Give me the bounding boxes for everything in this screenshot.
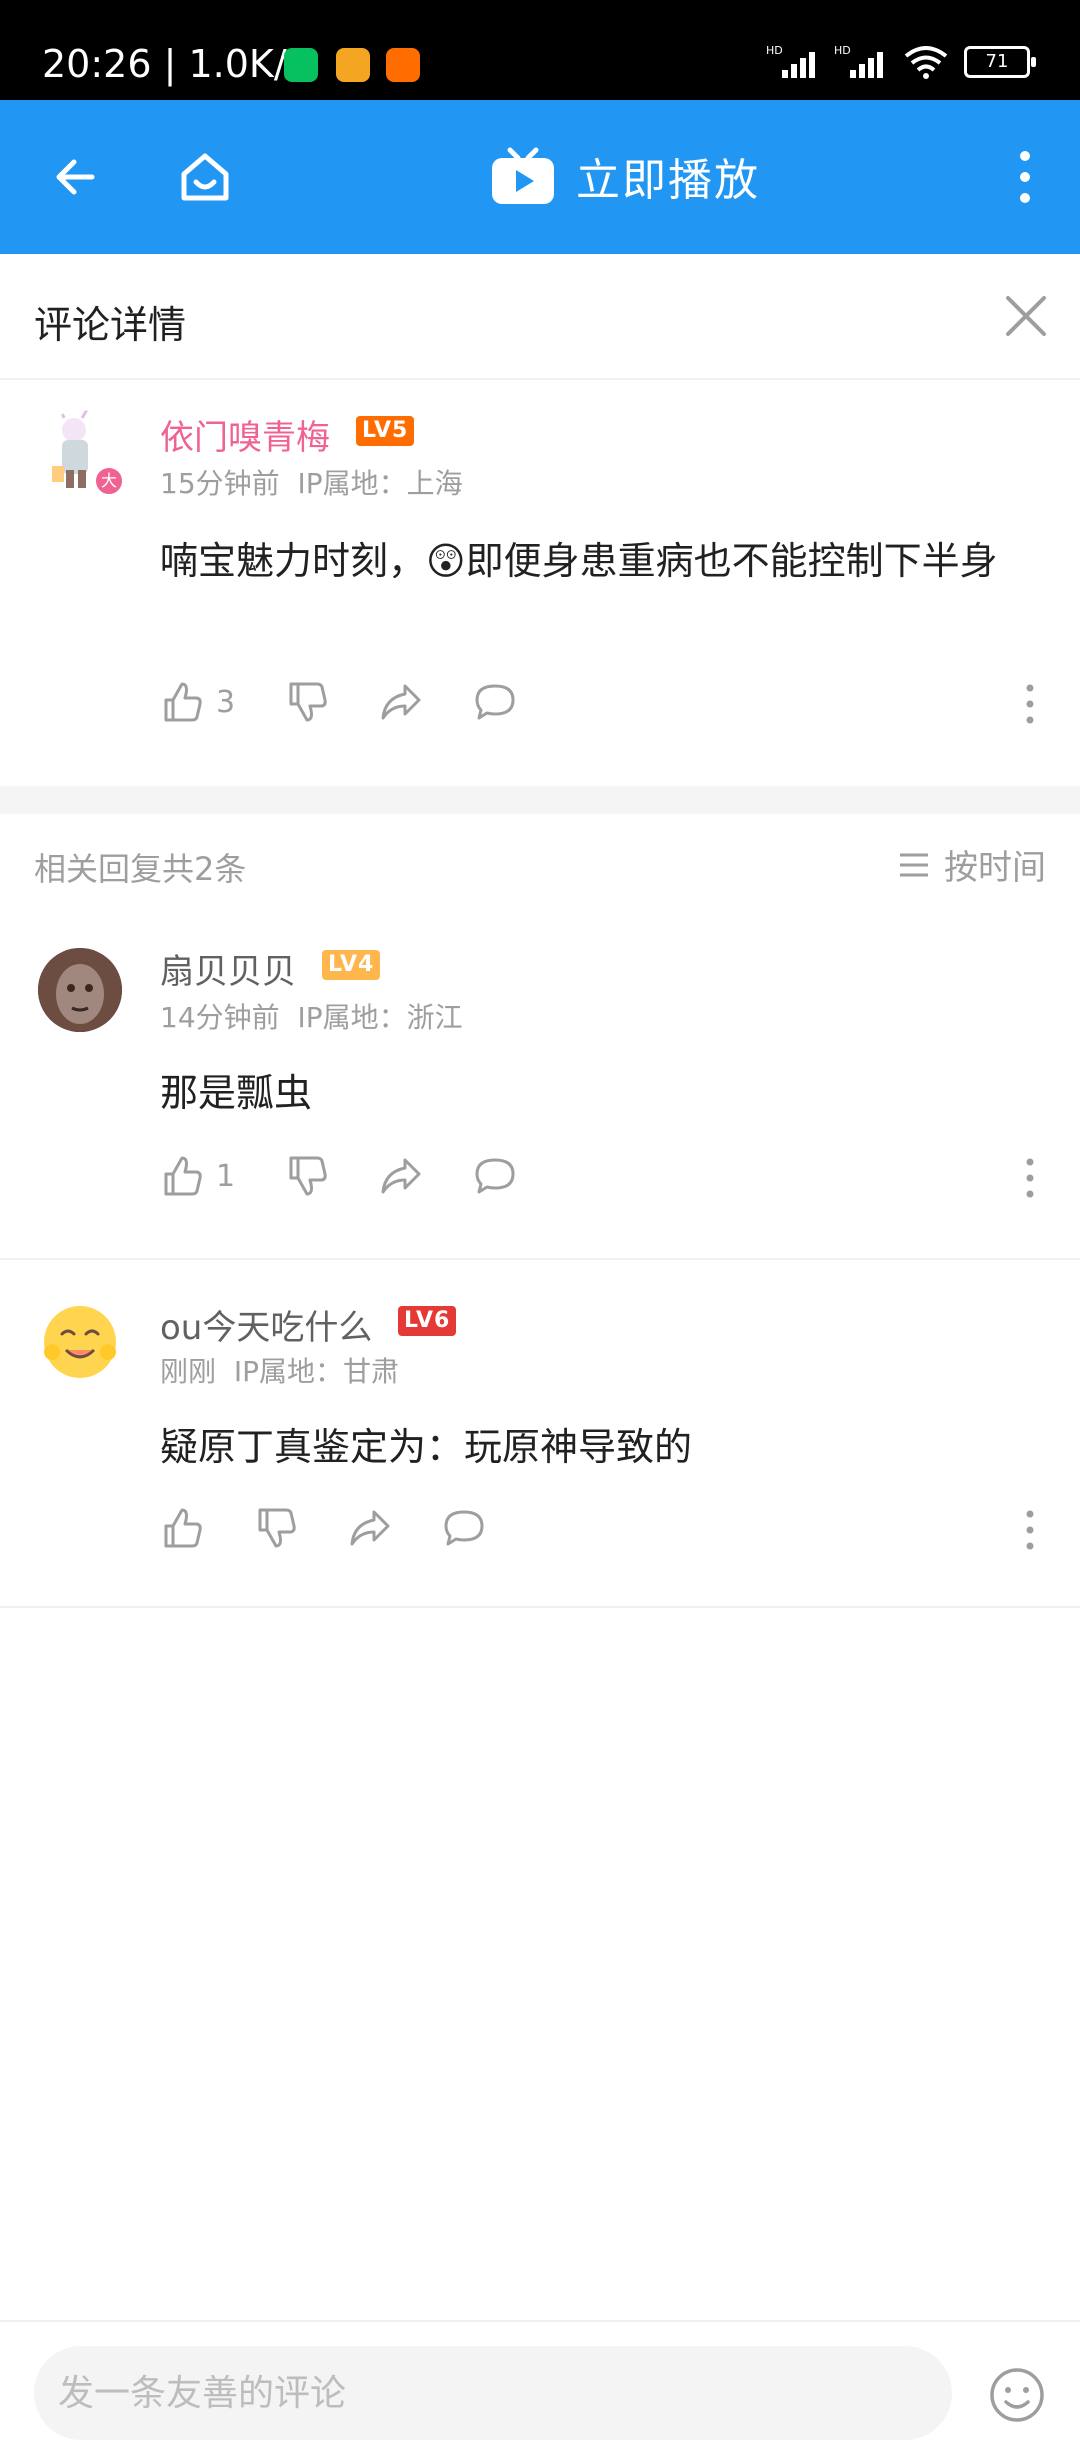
- like-count: 1: [216, 1158, 236, 1194]
- like-button[interactable]: [160, 1506, 204, 1550]
- reply-button[interactable]: [442, 1506, 486, 1550]
- main-comment: 大 依门嗅青梅 LV5 15分钟前 IP属地：上海 喃宝魅力时刻，😲即便身患重病…: [0, 380, 1080, 786]
- avatar[interactable]: [38, 1298, 122, 1382]
- section-separator: [0, 786, 1080, 814]
- thumb-up-icon: [164, 682, 202, 722]
- reply-count-label: 相关回复共2条: [34, 850, 247, 888]
- thumb-down-icon: [289, 682, 327, 722]
- message-app-icon: [336, 48, 370, 82]
- thumb-up-icon: [164, 1156, 202, 1196]
- reply-username[interactable]: 扇贝贝贝: [160, 944, 296, 993]
- comment-meta: 15分钟前 IP属地：上海: [160, 462, 463, 502]
- share-icon: [381, 684, 421, 720]
- signal-icon-2: HD: [834, 44, 883, 78]
- play-now-label: 立即播放: [576, 155, 760, 206]
- level-badge: LV5: [356, 416, 415, 446]
- thumb-down-icon: [258, 1508, 296, 1548]
- comment-ip: IP属地：上海: [297, 467, 463, 500]
- sort-by-time-button[interactable]: 按时间: [898, 840, 1046, 889]
- level-badge: LV6: [398, 1306, 457, 1336]
- network-label-2: HD: [834, 44, 851, 57]
- battery-indicator: 71: [964, 46, 1036, 78]
- wifi-icon: [904, 46, 948, 79]
- play-now-button[interactable]: 立即播放: [490, 144, 760, 208]
- smiley-avatar-image: [44, 1306, 116, 1378]
- dislike-button[interactable]: [254, 1506, 298, 1550]
- reply-item: 扇贝贝贝 LV4 14分钟前 IP属地：浙江 那是瓢虫 1: [0, 914, 1080, 1258]
- network-label: HD: [766, 44, 783, 57]
- reply-item: ou今天吃什么 LV6 刚刚 IP属地：甘肃 疑原丁真鉴定为：玩原神导致的: [0, 1260, 1080, 1606]
- vip-badge: 大: [94, 466, 124, 496]
- chat-bubble-icon: [475, 684, 515, 720]
- emoji-icon[interactable]: [988, 2366, 1046, 2424]
- thumb-down-icon: [289, 1156, 327, 1196]
- more-vert-icon[interactable]: [1022, 1154, 1038, 1202]
- status-time: 20:26 | 1.0K/s: [42, 42, 307, 86]
- reply-text: 那是瓢虫: [160, 1071, 313, 1115]
- dislike-button[interactable]: [285, 680, 329, 724]
- avatar[interactable]: [38, 948, 122, 1032]
- like-count: 3: [216, 684, 236, 720]
- like-button[interactable]: 1: [160, 1154, 235, 1198]
- comment-username[interactable]: 依门嗅青梅: [160, 410, 330, 459]
- replies-header: 相关回复共2条 按时间: [0, 814, 1080, 914]
- comment-actions: 3: [160, 680, 567, 724]
- reply-username[interactable]: ou今天吃什么: [160, 1300, 372, 1349]
- like-button[interactable]: 3: [160, 680, 235, 724]
- share-button[interactable]: [379, 680, 423, 724]
- reply-time: 14分钟前: [160, 1001, 280, 1034]
- more-vert-icon[interactable]: [1022, 680, 1038, 728]
- share-icon: [350, 1510, 390, 1546]
- reply-ip: IP属地：甘肃: [233, 1355, 399, 1388]
- share-button[interactable]: [348, 1506, 392, 1550]
- reply-button[interactable]: [473, 1154, 517, 1198]
- level-badge: LV4: [322, 950, 381, 980]
- thumb-up-icon: [164, 1508, 202, 1548]
- sort-label: 按时间: [944, 848, 1046, 888]
- comment-text: 喃宝魅力时刻，😲即便身患重病也不能控制下半身: [160, 539, 998, 583]
- reply-text: 疑原丁真鉴定为：玩原神导致的: [160, 1425, 693, 1469]
- more-vert-icon[interactable]: [1022, 1506, 1038, 1554]
- chat-bubble-icon: [444, 1510, 484, 1546]
- home-icon[interactable]: [172, 144, 238, 210]
- photo-avatar-image: [38, 948, 122, 1032]
- reply-actions: 1: [160, 1154, 567, 1198]
- taobao-icon: [386, 48, 420, 82]
- close-icon[interactable]: [1000, 290, 1052, 342]
- status-indicators: HD HD 71: [766, 44, 1036, 80]
- reply-time: 刚刚: [160, 1355, 217, 1388]
- divider: [0, 1606, 1080, 1608]
- reply-button[interactable]: [473, 680, 517, 724]
- comment-time: 15分钟前: [160, 467, 280, 500]
- reply-actions: [160, 1506, 536, 1550]
- share-icon: [381, 1158, 421, 1194]
- dislike-button[interactable]: [285, 1154, 329, 1198]
- status-bar: 20:26 | 1.0K/s HD HD 71: [0, 0, 1080, 100]
- share-button[interactable]: [379, 1154, 423, 1198]
- detail-title: 评论详情: [34, 303, 187, 347]
- comment-input-bar: [0, 2320, 1080, 2462]
- comment-input[interactable]: [34, 2346, 952, 2440]
- reply-meta: 14分钟前 IP属地：浙江: [160, 996, 463, 1036]
- more-vert-icon[interactable]: [992, 144, 1058, 210]
- reply-meta: 刚刚 IP属地：甘肃: [160, 1350, 399, 1390]
- comment-detail-header: 评论详情: [0, 254, 1080, 380]
- signal-icon: HD: [766, 44, 815, 78]
- chat-bubble-icon: [475, 1158, 515, 1194]
- wechat-icon: [284, 48, 318, 82]
- back-arrow-icon[interactable]: [44, 144, 110, 210]
- tv-play-icon: [492, 147, 554, 204]
- menu-lines-icon: [900, 853, 928, 876]
- top-nav-bar: 立即播放: [0, 100, 1080, 254]
- reply-ip: IP属地：浙江: [297, 1001, 463, 1034]
